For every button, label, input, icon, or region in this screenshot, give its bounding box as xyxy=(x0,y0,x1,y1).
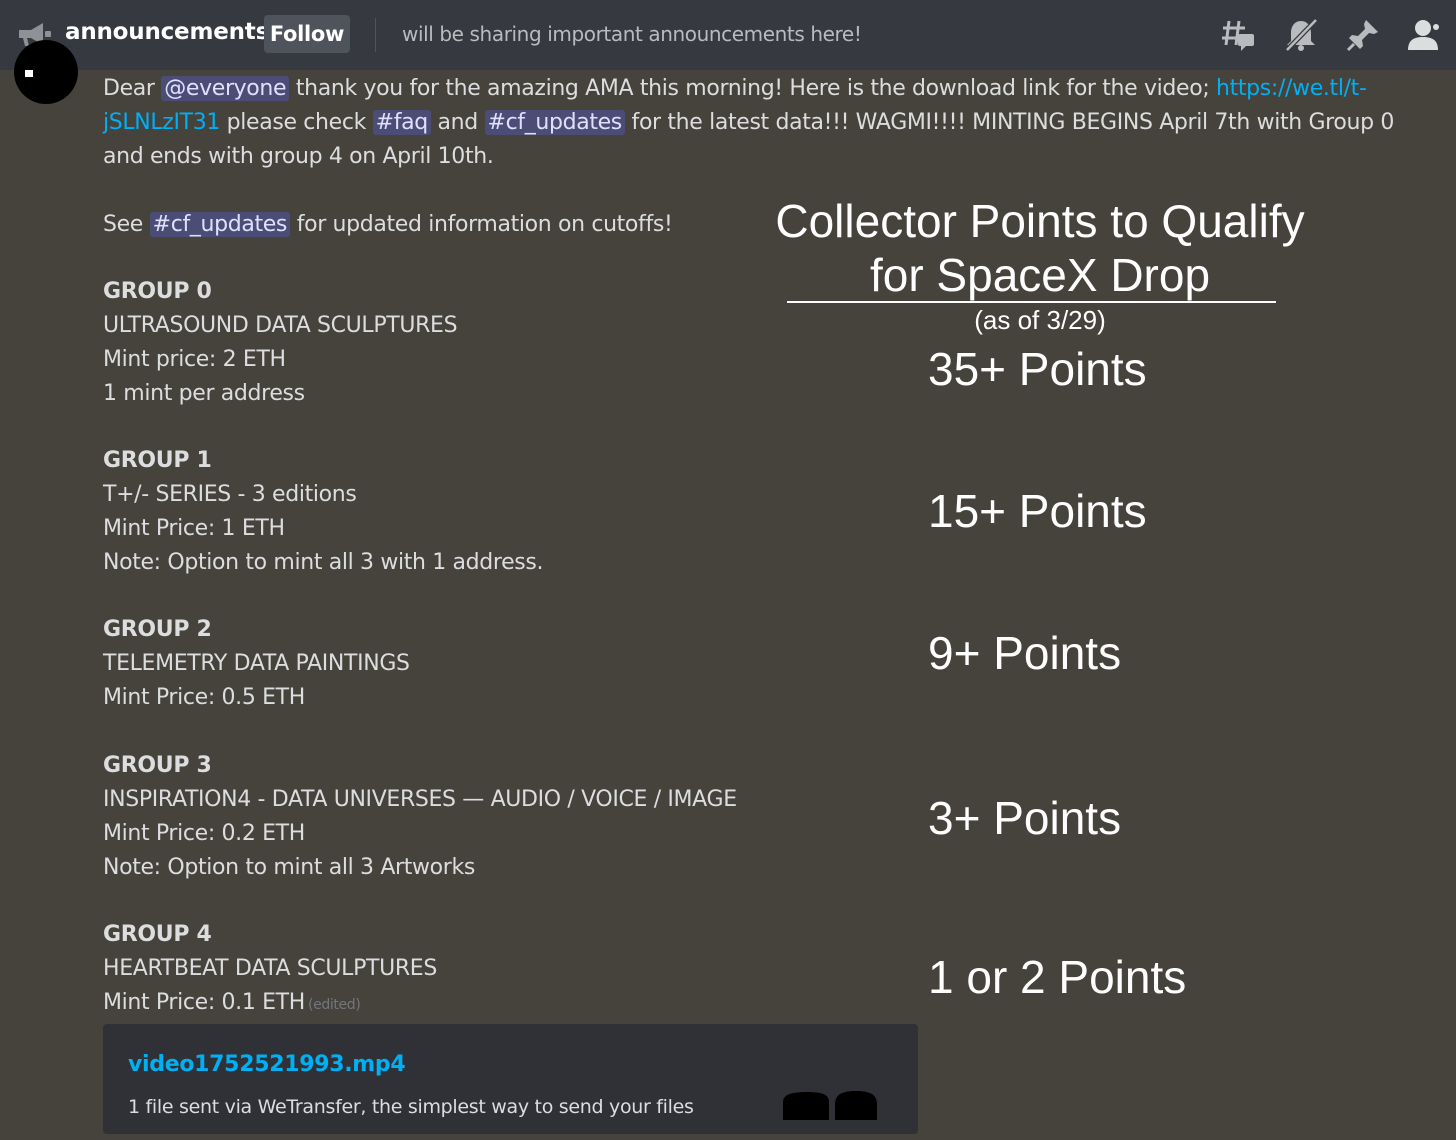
header-divider xyxy=(375,18,376,52)
group-title: GROUP 2 xyxy=(103,617,212,642)
points-group-0: 35+ Points xyxy=(928,343,1147,395)
channel-name: announcements xyxy=(65,19,270,45)
group-line: 1 mint per address xyxy=(103,381,305,406)
group-0: GROUP 0 ULTRASOUND DATA SCULPTURES Mint … xyxy=(103,275,458,411)
group-1: GROUP 1 T+/- SERIES - 3 editions Mint Pr… xyxy=(103,444,544,580)
pin-icon[interactable] xyxy=(1345,17,1381,53)
embed-title-link[interactable]: video1752521993.mp4 xyxy=(128,1052,406,1077)
group-line: Mint Price: 1 ETH xyxy=(103,516,285,541)
channel-topic[interactable]: will be sharing important announcements … xyxy=(402,22,862,46)
edited-label: (edited) xyxy=(307,997,361,1013)
group-3: GROUP 3 INSPIRATION4 - DATA UNIVERSES — … xyxy=(103,749,737,885)
link-embed: video1752521993.mp4 1 file sent via WeTr… xyxy=(103,1024,918,1134)
channel-mention-faq[interactable]: #faq xyxy=(372,110,431,135)
channel-header: announcements Follow will be sharing imp… xyxy=(0,0,1456,70)
group-title: GROUP 0 xyxy=(103,279,212,304)
mention-everyone[interactable]: @everyone xyxy=(161,76,290,101)
group-title: GROUP 1 xyxy=(103,448,212,473)
group-4: GROUP 4 HEARTBEAT DATA SCULPTURES Mint P… xyxy=(103,918,437,1022)
group-line: Mint Price: 0.5 ETH xyxy=(103,685,305,710)
wetransfer-logo-icon xyxy=(783,1091,877,1120)
group-line: HEARTBEAT DATA SCULPTURES xyxy=(103,956,437,981)
follow-button[interactable]: Follow xyxy=(264,15,350,53)
please-check-text: please check xyxy=(220,110,373,135)
message-intro: Dear @everyone thank you for the amazing… xyxy=(103,72,1423,174)
overlay-subtitle: (as of 3/29) xyxy=(974,305,1106,335)
group-title: GROUP 3 xyxy=(103,753,212,778)
group-line: Mint Price: 0.2 ETH xyxy=(103,821,305,846)
points-group-1: 15+ Points xyxy=(928,485,1147,537)
group-2: GROUP 2 TELEMETRY DATA PAINTINGS Mint Pr… xyxy=(103,613,410,715)
threads-icon[interactable] xyxy=(1221,17,1257,53)
see-text: See xyxy=(103,212,150,237)
channel-mention-cf-updates[interactable]: #cf_updates xyxy=(484,110,625,135)
group-line: Mint Price: 0.1 ETH xyxy=(103,990,305,1015)
group-line: INSPIRATION4 - DATA UNIVERSES — AUDIO / … xyxy=(103,787,737,812)
group-line: ULTRASOUND DATA SCULPTURES xyxy=(103,313,458,338)
message-content: Dear @everyone thank you for the amazing… xyxy=(103,72,1423,174)
group-line: T+/- SERIES - 3 editions xyxy=(103,482,357,507)
intro-text: thank you for the amazing AMA this morni… xyxy=(289,76,1217,101)
group-line: Note: Option to mint all 3 Artworks xyxy=(103,855,475,880)
group-line: TELEMETRY DATA PAINTINGS xyxy=(103,651,410,676)
group-line: Note: Option to mint all 3 with 1 addres… xyxy=(103,550,544,575)
points-group-4: 1 or 2 Points xyxy=(928,951,1187,1003)
overlay-underline xyxy=(787,301,1276,303)
members-icon[interactable] xyxy=(1406,17,1442,53)
avatar[interactable] xyxy=(14,40,78,104)
points-group-3: 3+ Points xyxy=(928,792,1122,844)
overlay-title: Collector Points to Qualify for SpaceX D… xyxy=(760,194,1320,302)
avatar-mark xyxy=(25,70,33,77)
group-line: Mint price: 2 ETH xyxy=(103,347,286,372)
overlay-title-line2: for SpaceX Drop xyxy=(869,249,1211,301)
points-group-2: 9+ Points xyxy=(928,627,1122,679)
cutoffs-line: See #cf_updates for updated information … xyxy=(103,208,723,242)
greeting-text: Dear xyxy=(103,76,162,101)
notifications-muted-icon[interactable] xyxy=(1283,17,1319,53)
and-text: and xyxy=(430,110,485,135)
group-title: GROUP 4 xyxy=(103,922,212,947)
channel-mention-cf-updates-2[interactable]: #cf_updates xyxy=(149,212,291,237)
cutoffs-text: for updated information on cutoffs! xyxy=(290,212,673,237)
overlay-title-line1: Collector Points to Qualify xyxy=(775,195,1305,247)
